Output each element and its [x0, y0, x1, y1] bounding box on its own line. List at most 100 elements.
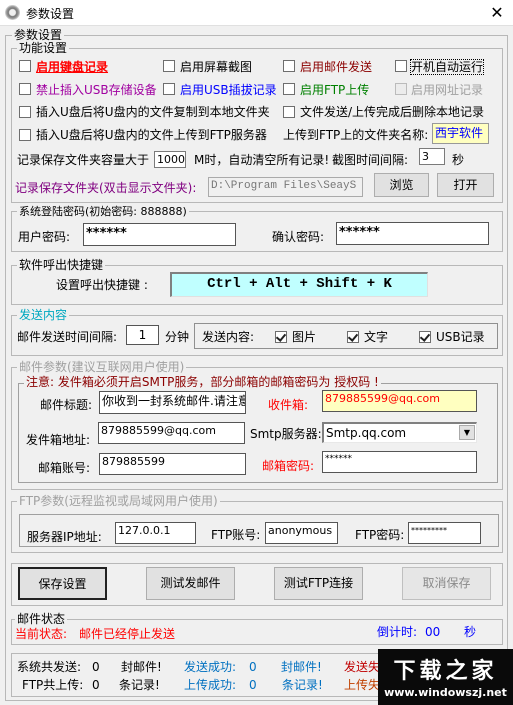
send-content-label: 发送内容: — [202, 330, 255, 344]
ftp-account-input[interactable]: anonymous — [265, 522, 338, 544]
sender-label: 发件箱地址: — [26, 433, 91, 447]
send-interval-input[interactable]: 1 — [126, 325, 159, 345]
mail-group-label: 邮件参数(建议互联网用户使用) — [17, 360, 187, 374]
ftp-upload-checkbox[interactable] — [283, 83, 295, 95]
account-label: 邮箱账号: — [38, 461, 91, 475]
send-text-label[interactable]: 文字 — [364, 330, 388, 344]
send-images-label[interactable]: 图片 — [292, 330, 316, 344]
hotkey-group-label: 软件呼出快捷键 — [17, 258, 106, 272]
gear-icon — [5, 5, 20, 20]
mail-password-label: 邮箱密码: — [262, 459, 315, 473]
test-ftp-button[interactable]: 测试FTP连接 — [274, 567, 363, 600]
keyboard-log-label[interactable]: 启用键盘记录 — [36, 60, 108, 74]
interval-label: 截图时间间隔: — [332, 153, 409, 167]
mail-fail-label: 发送失 — [344, 660, 381, 674]
confirm-password-input[interactable]: ****** — [336, 222, 489, 245]
account-input[interactable]: 879885599 — [99, 453, 246, 475]
save-settings-button[interactable]: 保存设置 — [18, 567, 107, 600]
capacity-input[interactable]: 1000 — [154, 151, 186, 168]
user-password-label: 用户密码: — [18, 230, 71, 244]
hotkey-set-label: 设置呼出快捷键 : — [56, 278, 148, 292]
login-group-label: 系统登陆密码(初始密码: 888888) — [17, 205, 189, 218]
close-button[interactable]: ✕ — [486, 2, 508, 24]
mail-subject-label: 邮件标题: — [40, 398, 93, 412]
send-images-checkbox[interactable] — [275, 331, 287, 343]
mail-password-input[interactable]: ****** — [322, 451, 477, 473]
mail-success-value: 0 — [249, 660, 257, 674]
smtp-select[interactable]: Smtp.qq.com ▼ — [322, 422, 477, 443]
usb-log-label[interactable]: 启用USB插拔记录 — [180, 83, 277, 97]
user-password-input[interactable]: ****** — [83, 223, 236, 246]
smtp-label: Smtp服务器: — [250, 427, 322, 441]
countdown-value: 00 — [425, 625, 441, 639]
send-text-checkbox[interactable] — [347, 331, 359, 343]
block-usb-label[interactable]: 禁止插入USB存储设备 — [36, 83, 157, 97]
ftp-success-label: 上传成功: — [184, 678, 237, 692]
upload-usb-checkbox[interactable] — [19, 129, 31, 141]
ftp-password-input[interactable]: ********* — [408, 522, 481, 544]
browse-button[interactable]: 浏览 — [374, 173, 429, 197]
ftp-total-label: FTP共上传: — [22, 678, 84, 692]
folder-path-input[interactable]: D:\Program Files\SeayS — [208, 177, 363, 197]
mail-subject-input[interactable]: 你收到一封系统邮件.请注意 — [99, 391, 246, 414]
smtp-select-value: Smtp.qq.com — [326, 426, 407, 440]
block-usb-checkbox[interactable] — [19, 83, 31, 95]
interval-input[interactable]: 3 — [419, 148, 445, 165]
usb-log-checkbox[interactable] — [163, 83, 175, 95]
email-send-label[interactable]: 启用邮件发送 — [300, 60, 372, 74]
email-send-checkbox[interactable] — [283, 60, 295, 72]
ftp-folder-input[interactable]: 西宇软件 — [432, 123, 489, 144]
url-log-label[interactable]: 启用网址记录 — [411, 83, 483, 97]
capacity-label: 记录保存文件夹容量大于 — [17, 153, 150, 167]
autostart-checkbox[interactable] — [395, 60, 407, 72]
mail-total-value: 0 — [92, 660, 100, 674]
hotkey-input[interactable]: Ctrl + Alt + Shift + K — [170, 272, 428, 297]
ftp-account-label: FTP账号: — [211, 528, 261, 542]
send-usb-label[interactable]: USB记录 — [436, 330, 485, 344]
ftp-total-value: 0 — [92, 678, 100, 692]
mail-total-unit: 封邮件! — [121, 660, 162, 674]
ftp-total-unit: 条记录! — [119, 678, 160, 692]
url-log-checkbox[interactable] — [395, 83, 407, 95]
countdown-label: 倒计时: — [377, 625, 418, 639]
watermark: 下载之家 www.windowszj.net — [378, 649, 513, 705]
watermark-url: www.windowszj.net — [384, 686, 507, 699]
folder-label[interactable]: 记录保存文件夹(双击显示文件夹): — [15, 181, 196, 195]
delete-after-send-label[interactable]: 文件发送/上传完成后删除本地记录 — [300, 105, 484, 119]
window-title: 参数设置 — [26, 7, 75, 21]
upload-usb-label[interactable]: 插入U盘后将U盘内的文件上传到FTP服务器 — [36, 128, 267, 142]
keyboard-log-checkbox[interactable] — [19, 60, 31, 72]
screenshot-checkbox[interactable] — [163, 60, 175, 72]
delete-after-send-checkbox[interactable] — [283, 106, 295, 118]
ftp-fail-label: 上传失 — [344, 678, 381, 692]
recipient-input[interactable]: 879885599@qq.com — [322, 390, 477, 412]
cancel-save-button[interactable]: 取消保存 — [402, 567, 491, 600]
watermark-title: 下载之家 — [393, 658, 498, 684]
copy-usb-label[interactable]: 插入U盘后将U盘内的文件复制到本地文件夹 — [36, 105, 270, 119]
current-status-label: 当前状态: — [15, 627, 68, 641]
copy-usb-checkbox[interactable] — [19, 106, 31, 118]
ftp-password-label: FTP密码: — [355, 528, 405, 542]
status-group-label: 邮件状态 — [15, 612, 68, 626]
ftp-group-label: FTP参数(远程监视或局域网用户使用) — [17, 494, 220, 508]
autostart-label[interactable]: 开机自动运行 — [409, 59, 485, 75]
ftp-ip-input[interactable]: 127.0.0.1 — [115, 522, 196, 544]
interval-unit: 秒 — [452, 153, 465, 167]
send-interval-unit: 分钟 — [165, 330, 190, 344]
send-usb-checkbox[interactable] — [419, 331, 431, 343]
ftp-folder-label: 上传到FTP上的文件夹名称: — [283, 128, 429, 142]
countdown-unit: 秒 — [464, 625, 477, 639]
chevron-down-icon[interactable]: ▼ — [459, 425, 475, 440]
title-bar: 参数设置 ✕ — [0, 0, 513, 26]
mail-success-unit: 封邮件! — [281, 660, 322, 674]
test-mail-button[interactable]: 测试发邮件 — [146, 567, 235, 600]
send-interval-label: 邮件发送时间间隔: — [17, 330, 118, 344]
screenshot-label[interactable]: 启用屏幕截图 — [180, 60, 252, 74]
recipient-label: 收件箱: — [268, 398, 309, 412]
confirm-password-label: 确认密码: — [272, 230, 325, 244]
capacity-suffix: M时，自动清空所有记录! — [194, 153, 330, 167]
ftp-upload-label[interactable]: 启用FTP上传 — [300, 83, 369, 97]
sender-input[interactable]: 879885599@qq.com — [98, 422, 245, 444]
ftp-ip-label: 服务器IP地址: — [27, 530, 102, 544]
open-button[interactable]: 打开 — [437, 173, 494, 197]
